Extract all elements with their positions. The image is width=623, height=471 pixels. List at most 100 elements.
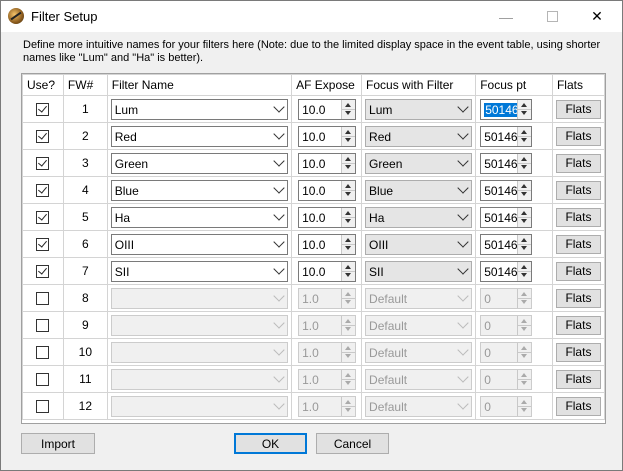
focus-with-filter-combo[interactable]: Default (365, 395, 473, 417)
af-expose-spinner[interactable]: 10.0 (298, 98, 357, 120)
spin-up-icon[interactable] (345, 183, 352, 188)
spinner-buttons[interactable] (517, 342, 532, 362)
spin-up-icon[interactable] (521, 156, 528, 161)
spinner-buttons[interactable] (341, 207, 356, 227)
filter-name-combo[interactable]: Blue (110, 179, 289, 201)
flats-button[interactable]: Flats (555, 99, 601, 119)
use-checkbox[interactable] (36, 346, 50, 360)
spin-up-icon[interactable] (521, 129, 528, 134)
spinner-buttons[interactable] (341, 315, 356, 335)
spin-down-icon[interactable] (345, 245, 352, 250)
col-header-af-expose[interactable]: AF Expose (291, 74, 363, 96)
flats-button[interactable]: Flats (555, 153, 601, 173)
spinner-buttons[interactable] (341, 180, 356, 200)
focus-pt-spinner[interactable]: 50146 (480, 233, 533, 255)
spin-up-icon[interactable] (521, 264, 528, 269)
flats-button[interactable]: Flats (555, 207, 601, 227)
filter-name-combo[interactable]: SII (110, 260, 289, 282)
col-header-flats[interactable]: Flats (551, 74, 606, 96)
spin-up-icon[interactable] (345, 399, 352, 404)
spin-up-icon[interactable] (345, 210, 352, 215)
af-expose-spinner[interactable]: 10.0 (298, 179, 357, 201)
focus-with-filter-combo[interactable]: Red (365, 125, 473, 147)
filter-name-combo[interactable] (110, 395, 289, 417)
af-expose-spinner[interactable]: 10.0 (298, 125, 357, 147)
af-expose-spinner[interactable]: 1.0 (298, 287, 357, 309)
focus-with-filter-combo[interactable]: Default (365, 341, 473, 363)
flats-button[interactable]: Flats (555, 342, 601, 362)
spin-down-icon[interactable] (521, 272, 528, 277)
flats-button[interactable]: Flats (555, 315, 601, 335)
filter-name-combo[interactable] (110, 368, 289, 390)
spinner-buttons[interactable] (517, 315, 532, 335)
flats-button[interactable]: Flats (555, 180, 601, 200)
filter-name-combo[interactable]: OIII (110, 233, 289, 255)
af-expose-spinner[interactable]: 10.0 (298, 260, 357, 282)
spinner-buttons[interactable] (341, 396, 356, 416)
spin-down-icon[interactable] (521, 353, 528, 358)
spin-up-icon[interactable] (521, 399, 528, 404)
spin-down-icon[interactable] (521, 191, 528, 196)
col-header-focus-with-filter[interactable]: Focus with Filter (361, 74, 477, 96)
spinner-buttons[interactable] (517, 288, 532, 308)
minimize-button[interactable]: — (483, 1, 529, 32)
spinner-buttons[interactable] (517, 207, 532, 227)
spinner-buttons[interactable] (517, 153, 532, 173)
af-expose-spinner[interactable]: 1.0 (298, 341, 357, 363)
focus-pt-spinner[interactable]: 0 (480, 341, 533, 363)
flats-button[interactable]: Flats (555, 288, 601, 308)
col-header-fw[interactable]: FW# (62, 74, 108, 96)
focus-pt-spinner[interactable]: 0 (480, 287, 533, 309)
spin-up-icon[interactable] (345, 156, 352, 161)
spinner-buttons[interactable] (517, 180, 532, 200)
use-checkbox[interactable] (36, 130, 50, 144)
cancel-button[interactable]: Cancel (316, 433, 389, 454)
use-checkbox[interactable] (36, 319, 50, 333)
col-header-filter-name[interactable]: Filter Name (106, 74, 293, 96)
spin-down-icon[interactable] (521, 110, 528, 115)
spin-up-icon[interactable] (521, 102, 528, 107)
spin-down-icon[interactable] (345, 299, 352, 304)
use-checkbox[interactable] (36, 265, 50, 279)
spin-down-icon[interactable] (345, 353, 352, 358)
col-header-focus-pt[interactable]: Focus pt (475, 74, 553, 96)
focus-pt-spinner[interactable]: 50146 (480, 125, 533, 147)
flats-button[interactable]: Flats (555, 396, 601, 416)
use-checkbox[interactable] (36, 400, 50, 414)
spin-up-icon[interactable] (521, 237, 528, 242)
spin-down-icon[interactable] (521, 245, 528, 250)
spin-up-icon[interactable] (345, 318, 352, 323)
spin-down-icon[interactable] (521, 299, 528, 304)
spin-up-icon[interactable] (345, 372, 352, 377)
spinner-buttons[interactable] (517, 126, 532, 146)
focus-pt-spinner[interactable]: 50146 (480, 98, 533, 120)
filter-name-combo[interactable]: Ha (110, 206, 289, 228)
spin-up-icon[interactable] (521, 345, 528, 350)
focus-with-filter-combo[interactable]: Lum (365, 98, 473, 120)
flats-button[interactable]: Flats (555, 261, 601, 281)
spinner-buttons[interactable] (517, 99, 532, 119)
focus-with-filter-combo[interactable]: Ha (365, 206, 473, 228)
spin-up-icon[interactable] (345, 291, 352, 296)
use-checkbox[interactable] (36, 373, 50, 387)
focus-with-filter-combo[interactable]: Default (365, 368, 473, 390)
spin-up-icon[interactable] (521, 318, 528, 323)
spin-up-icon[interactable] (345, 237, 352, 242)
spin-up-icon[interactable] (345, 102, 352, 107)
spin-down-icon[interactable] (521, 137, 528, 142)
spinner-buttons[interactable] (341, 153, 356, 173)
flats-button[interactable]: Flats (555, 234, 601, 254)
spinner-buttons[interactable] (341, 261, 356, 281)
spin-down-icon[interactable] (521, 407, 528, 412)
spin-down-icon[interactable] (345, 191, 352, 196)
spinner-buttons[interactable] (517, 369, 532, 389)
spin-down-icon[interactable] (521, 326, 528, 331)
af-expose-spinner[interactable]: 1.0 (298, 395, 357, 417)
focus-with-filter-combo[interactable]: Default (365, 314, 473, 336)
use-checkbox[interactable] (36, 184, 50, 198)
focus-with-filter-combo[interactable]: SII (365, 260, 473, 282)
af-expose-spinner[interactable]: 1.0 (298, 314, 357, 336)
spin-down-icon[interactable] (345, 272, 352, 277)
spin-up-icon[interactable] (521, 183, 528, 188)
flats-button[interactable]: Flats (555, 126, 601, 146)
